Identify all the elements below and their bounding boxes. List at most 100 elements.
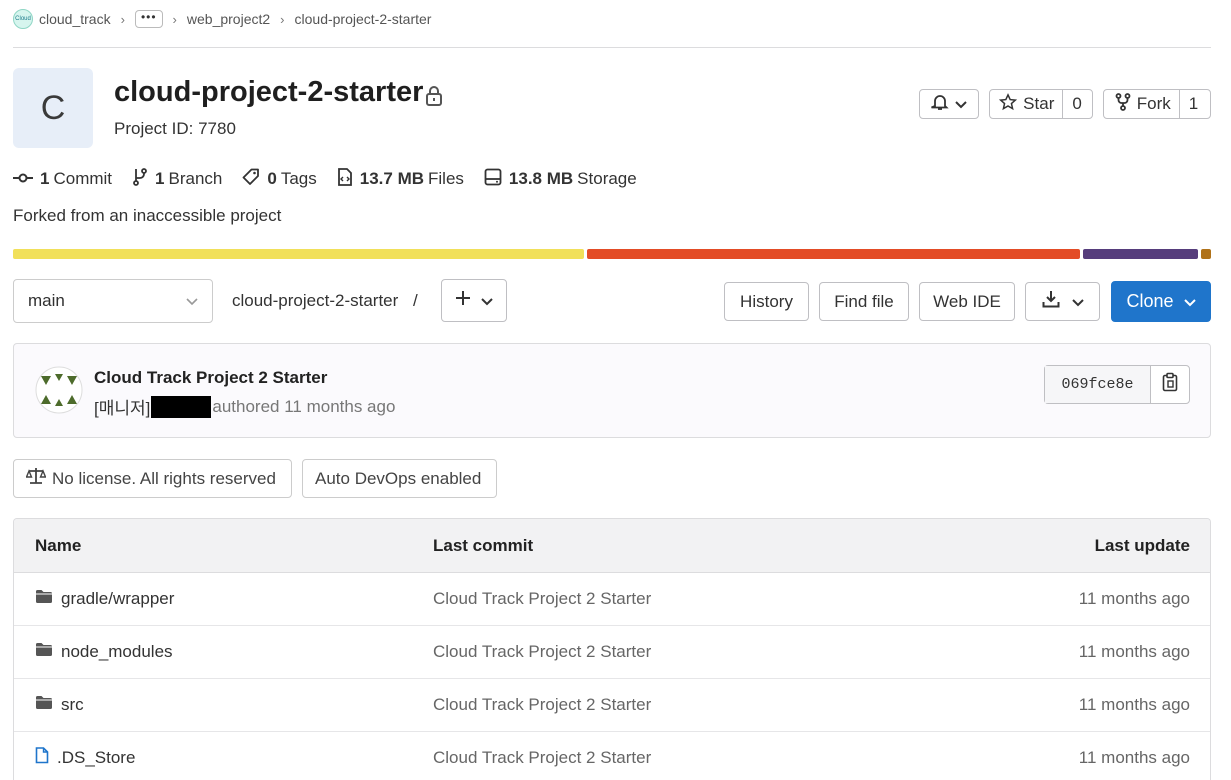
last-commit-cell[interactable]: Cloud Track Project 2 Starter <box>433 573 651 625</box>
breadcrumb-item-project[interactable]: cloud-project-2-starter <box>295 11 432 27</box>
chevron-right-icon: › <box>280 11 285 27</box>
commit-sha-link[interactable]: 069fce8e <box>1045 366 1150 403</box>
tags-count: 0 <box>267 169 277 188</box>
path-root-link[interactable]: cloud-project-2-starter <box>232 291 398 310</box>
bell-icon <box>931 93 949 116</box>
breadcrumb-more-button[interactable]: ••• <box>134 10 163 28</box>
copy-sha-button[interactable] <box>1150 366 1189 403</box>
commits-stat[interactable]: 1 Commit <box>13 169 112 189</box>
file-code-icon <box>337 167 353 191</box>
author-avatar[interactable] <box>35 366 83 414</box>
file-name-cell[interactable]: .DS_Store <box>35 732 135 780</box>
file-name[interactable]: .DS_Store <box>57 748 135 768</box>
table-row[interactable]: .DS_Store Cloud Track Project 2 Starter 11… <box>14 732 1210 780</box>
table-header: Name Last commit Last update <box>14 519 1210 573</box>
add-to-tree-dropdown[interactable] <box>441 279 507 322</box>
license-label: No license. All rights reserved <box>52 468 276 488</box>
star-label: Star <box>1023 94 1055 113</box>
fork-label: Fork <box>1136 94 1171 113</box>
tags-stat[interactable]: 0 Tags <box>242 168 317 191</box>
commit-sha-group: 069fce8e <box>1044 365 1190 404</box>
download-dropdown[interactable] <box>1025 282 1100 321</box>
find-file-button[interactable]: Find file <box>819 282 909 321</box>
last-commit-cell[interactable]: Cloud Track Project 2 Starter <box>433 732 651 780</box>
chevron-down-icon <box>955 94 967 114</box>
page-title: cloud-project-2-starter <box>114 76 424 108</box>
lock-icon <box>425 86 443 111</box>
language-segment[interactable] <box>1082 249 1199 259</box>
commits-count: 1 <box>40 169 50 188</box>
redacted-author-name <box>151 395 212 418</box>
table-row[interactable]: src Cloud Track Project 2 Starter 11 month… <box>14 679 1210 732</box>
branch-name: main <box>28 291 65 310</box>
column-header-last-update: Last update <box>1094 535 1190 555</box>
folder-icon <box>35 695 53 715</box>
chevron-down-icon <box>481 291 493 311</box>
last-update-cell: 11 months ago <box>1078 748 1190 767</box>
fork-count[interactable]: 1 <box>1178 90 1207 118</box>
chevron-down-icon <box>186 291 198 311</box>
file-icon <box>35 747 49 769</box>
file-name-cell[interactable]: gradle/wrapper <box>35 573 174 625</box>
storage-stat[interactable]: 13.8 MB Storage <box>484 168 637 191</box>
files-label: Files <box>428 169 464 188</box>
fork-button[interactable]: Fork 1 <box>1103 89 1211 119</box>
last-commit-cell[interactable]: Cloud Track Project 2 Starter <box>433 626 651 678</box>
breadcrumb-item-group[interactable]: cloud_track <box>39 11 111 27</box>
language-segment[interactable] <box>587 249 1080 259</box>
star-icon <box>999 92 1018 116</box>
auto-devops-badge[interactable]: Auto DevOps enabled <box>302 459 497 498</box>
last-update-cell: 11 months ago <box>1078 695 1190 714</box>
breadcrumb: Cloud cloud_track › ••• › web_project2 ›… <box>13 0 431 38</box>
file-name[interactable]: node_modules <box>61 642 173 662</box>
path-separator: / <box>413 291 418 310</box>
tag-icon <box>242 168 260 191</box>
history-button[interactable]: History <box>724 282 809 321</box>
web-ide-button[interactable]: Web IDE <box>919 282 1015 321</box>
table-row[interactable]: node_modules Cloud Track Project 2 Starte… <box>14 626 1210 679</box>
plus-icon <box>455 290 471 311</box>
project-id: Project ID: 7780 <box>114 119 236 138</box>
star-count[interactable]: 0 <box>1062 90 1090 118</box>
repository-language-bar[interactable] <box>13 249 1211 259</box>
commit-author-line: [매니저] authored 11 months ago <box>94 394 395 419</box>
branch-icon <box>132 167 148 191</box>
language-segment[interactable] <box>1201 249 1211 259</box>
files-stat[interactable]: 13.7 MB Files <box>337 167 464 191</box>
star-button[interactable]: Star 0 <box>989 89 1093 119</box>
last-commit-cell[interactable]: Cloud Track Project 2 Starter <box>433 679 651 731</box>
folder-icon <box>35 642 53 662</box>
file-name-cell[interactable]: src <box>35 679 84 731</box>
language-segment[interactable] <box>13 249 585 259</box>
chevron-right-icon: › <box>172 11 177 27</box>
branches-stat[interactable]: 1 Branch <box>132 167 223 191</box>
tags-label: Tags <box>280 169 317 188</box>
repository-path: cloud-project-2-starter / <box>232 291 418 311</box>
license-badge[interactable]: No license. All rights reserved <box>13 459 292 498</box>
file-name[interactable]: gradle/wrapper <box>61 589 174 609</box>
branches-count: 1 <box>155 169 165 188</box>
copy-icon <box>1162 372 1178 397</box>
notification-dropdown[interactable] <box>919 89 979 119</box>
last-update-cell: 11 months ago <box>1078 642 1190 661</box>
file-name[interactable]: src <box>61 695 84 715</box>
branches-label: Branch <box>168 169 223 188</box>
storage-size: 13.8 MB <box>508 169 574 188</box>
breadcrumb-item-subgroup[interactable]: web_project2 <box>187 11 270 27</box>
table-row[interactable]: gradle/wrapper Cloud Track Project 2 Star… <box>14 573 1210 626</box>
forked-from-text: Forked from an inaccessible project <box>13 206 282 225</box>
branch-selector[interactable]: main <box>13 279 213 323</box>
file-name-cell[interactable]: node_modules <box>35 626 173 678</box>
commit-title-link[interactable]: Cloud Track Project 2 Starter <box>94 368 327 388</box>
commit-icon <box>13 169 33 189</box>
files-size: 13.7 MB <box>359 169 425 188</box>
clone-dropdown-button[interactable]: Clone <box>1111 281 1211 322</box>
folder-icon <box>35 589 53 609</box>
author-name-link[interactable]: [매니저] <box>94 394 150 419</box>
storage-label: Storage <box>577 169 637 188</box>
chevron-down-icon <box>1183 291 1196 312</box>
header-divider <box>13 47 1211 48</box>
project-avatar[interactable]: C <box>13 68 93 148</box>
last-update-cell: 11 months ago <box>1078 589 1190 608</box>
authored-time: authored 11 months ago <box>212 396 396 416</box>
